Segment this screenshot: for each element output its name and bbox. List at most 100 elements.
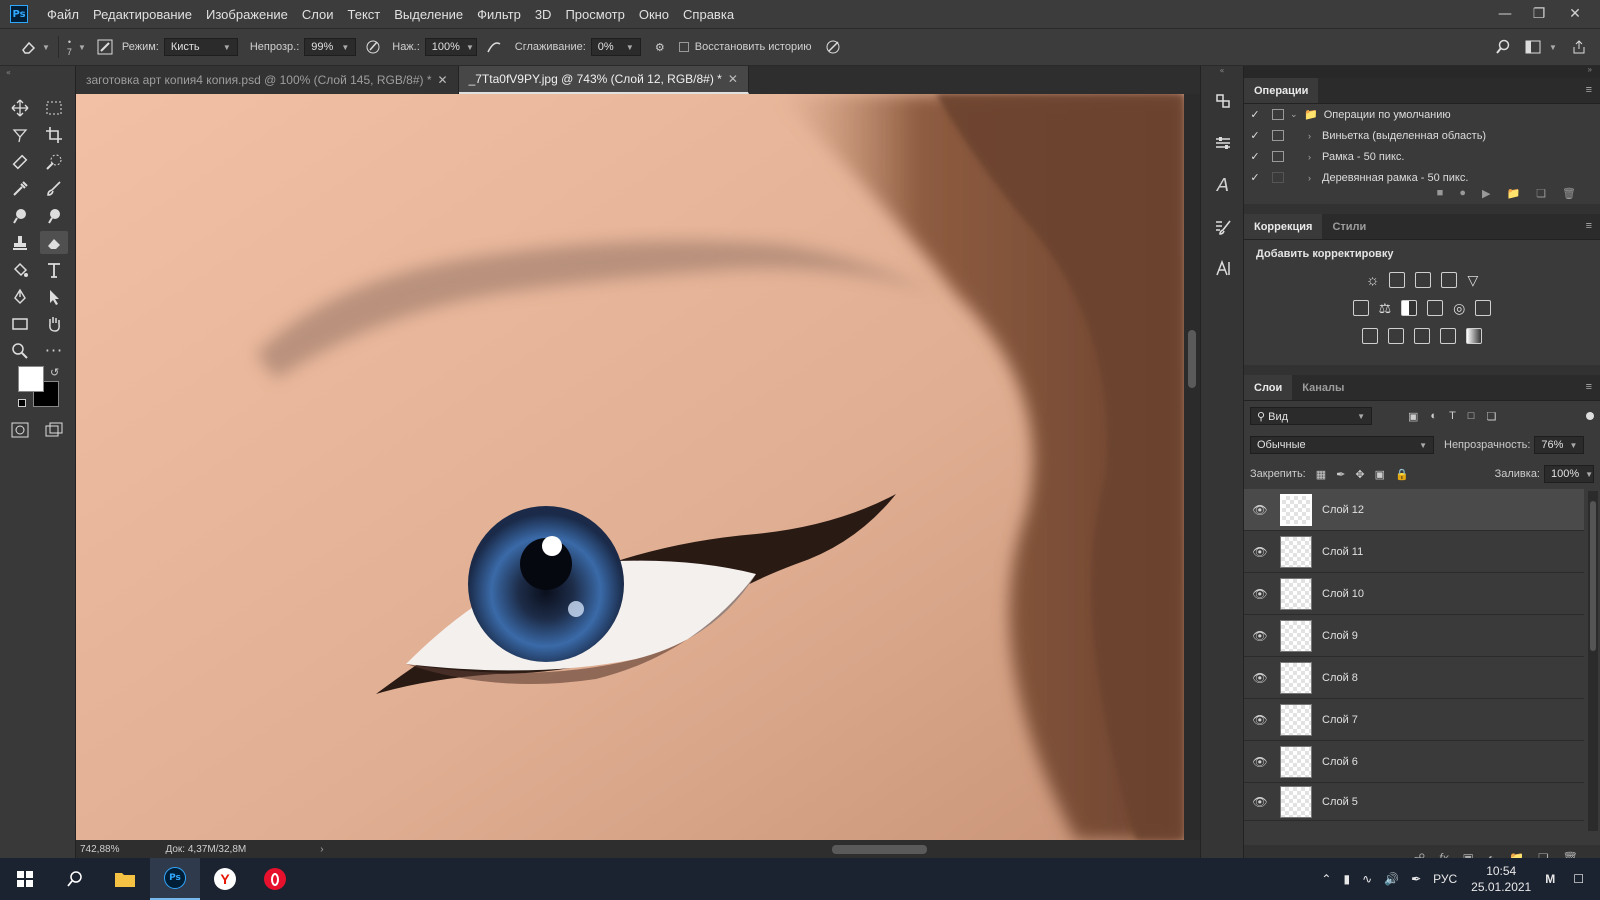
eye-icon[interactable]: 👁 [1244,629,1276,643]
dialog-toggle-icon[interactable] [1272,109,1284,120]
expand-icon[interactable]: » [1588,65,1592,74]
zoom-tool-icon[interactable] [6,339,34,362]
tab-channels[interactable]: Каналы [1292,375,1354,400]
lock-transparent-icon[interactable]: ▦ [1316,468,1326,481]
pen-icon[interactable]: ✒ [1411,872,1421,886]
layer-filter-select[interactable]: ⚲ Вид ▼ [1250,407,1372,425]
quick-mask-icon[interactable] [6,418,34,441]
taskbar-photoshop[interactable]: Ps [150,858,200,900]
layer-name[interactable]: Слой 7 [1322,714,1358,726]
move-tool-icon[interactable] [6,96,34,119]
hue-saturation-icon[interactable] [1352,300,1369,316]
action-row[interactable]: ✓ › Виньетка (выделенная область) [1244,125,1600,146]
tab-adjustments[interactable]: Коррекция [1244,214,1323,239]
paint-bucket-icon[interactable] [6,258,34,281]
brush-settings-panel-icon[interactable] [1201,206,1245,248]
panel-menu-icon[interactable]: ≡ [1586,84,1592,96]
collapse-icon[interactable]: « [6,68,11,77]
filter-adjustment-icon[interactable]: ◐ [1430,410,1437,423]
meet-now-icon[interactable]: М [1545,872,1555,886]
menu-edit[interactable]: Редактирование [86,7,199,22]
rectangle-tool-icon[interactable] [6,312,34,335]
menu-filter[interactable]: Фильтр [470,7,528,22]
default-colors-icon[interactable] [18,399,26,407]
screen-mode-icon[interactable] [40,418,68,441]
type-tool-icon[interactable] [40,258,68,281]
check-icon[interactable]: ✓ [1244,150,1266,163]
menu-type[interactable]: Текст [341,7,388,22]
zoom-level[interactable]: 742,88% [80,844,119,855]
layer-name[interactable]: Слой 5 [1322,796,1358,808]
eraser-tool-icon[interactable] [18,36,40,58]
search-icon[interactable] [1492,36,1514,58]
minimize-icon[interactable]: — [1488,0,1522,28]
opacity-input[interactable]: 99% ▼ [304,38,357,56]
threshold-icon[interactable] [1414,328,1430,344]
menu-image[interactable]: Изображение [199,7,295,22]
levels-icon[interactable] [1389,272,1406,288]
brush-tool-icon[interactable] [40,177,68,200]
layer-name[interactable]: Слой 11 [1322,546,1363,558]
taskbar-opera[interactable] [250,858,300,900]
hand-tool-icon[interactable] [40,312,68,335]
filter-toggle[interactable] [1586,412,1594,420]
foreground-color-swatch-top[interactable] [18,366,44,392]
search-button[interactable] [50,858,100,900]
black-white-icon[interactable] [1401,300,1418,316]
lock-pixels-icon[interactable]: ✒ [1336,468,1345,481]
menu-file[interactable]: Файл [40,7,86,22]
lock-all-icon[interactable]: 🔒 [1395,468,1409,481]
taskbar-yandex[interactable]: Y [200,858,250,900]
menu-view[interactable]: Просмотр [558,7,631,22]
brush-size-preview[interactable]: • 7 [67,37,72,57]
clock[interactable]: 10:54 25.01.2021 [1471,863,1531,895]
tool-preset-caret-icon[interactable]: ▼ [42,43,50,52]
tab-document-2[interactable]: _7Tta0fV9PY.jpg @ 743% (Слой 12, RGB/8#)… [458,66,749,94]
layer-row[interactable]: 👁 Слой 7 [1244,699,1584,741]
record-icon[interactable]: ● [1459,187,1466,199]
workspace-caret-icon[interactable]: ▼ [1549,43,1557,52]
gear-icon[interactable]: ⚙ [649,36,671,58]
dodge-tool-icon[interactable] [40,204,68,227]
eye-icon[interactable]: 👁 [1244,755,1276,769]
layer-row[interactable]: 👁 Слой 10 [1244,573,1584,615]
restore-history-checkbox[interactable] [678,42,689,52]
color-balance-icon[interactable]: ⚖ [1379,300,1392,317]
marquee-tool-icon[interactable] [40,96,68,119]
check-icon[interactable]: ✓ [1244,129,1266,142]
fill-input[interactable]: 100% ▼ [1544,465,1594,483]
layer-opacity-input[interactable]: 76% ▼ [1534,436,1585,454]
photoshop-logo-icon[interactable]: Ps [10,5,28,23]
eye-icon[interactable]: 👁 [1244,545,1276,559]
exposure-icon[interactable] [1441,272,1458,288]
vibrance-icon[interactable]: ▽ [1467,272,1478,289]
chevron-down-icon[interactable]: ⌄ [1290,109,1304,120]
path-selection-icon[interactable] [40,285,68,308]
selective-color-icon[interactable] [1440,328,1456,344]
airbrush-icon[interactable] [483,36,505,58]
volume-icon[interactable]: 🔊 [1384,872,1399,886]
lock-position-icon[interactable]: ✥ [1355,468,1364,481]
menu-layers[interactable]: Слои [295,7,341,22]
pressure-input[interactable]: 100% ▼ [424,38,477,56]
layer-name[interactable]: Слой 6 [1322,756,1358,768]
restore-icon[interactable]: ❐ [1522,0,1556,28]
canvas-vertical-scrollbar[interactable] [1184,94,1200,840]
panel-menu-icon[interactable]: ≡ [1586,220,1592,232]
chevron-up-icon[interactable]: ⌃ [1321,872,1331,886]
properties-panel-icon[interactable] [1201,122,1245,164]
eye-icon[interactable]: 👁 [1244,503,1276,517]
language-indicator[interactable]: РУС [1433,872,1457,886]
canvas-image[interactable] [76,94,1184,840]
action-set-row[interactable]: ✓ ⌄ 📁 Операции по умолчанию [1244,104,1600,125]
start-button[interactable] [0,858,50,900]
close-icon[interactable]: ✕ [1558,0,1592,28]
filter-shape-icon[interactable]: □ [1468,410,1475,423]
color-lookup-icon[interactable] [1475,300,1492,316]
scroll-thumb[interactable] [832,845,927,854]
menu-select[interactable]: Выделение [387,7,470,22]
tab-layers[interactable]: Слои [1244,375,1293,400]
tab-actions[interactable]: Операции [1244,78,1319,103]
eraser-tool-icon[interactable] [40,231,68,254]
layer-row[interactable]: 👁 Слой 12 [1244,489,1584,531]
